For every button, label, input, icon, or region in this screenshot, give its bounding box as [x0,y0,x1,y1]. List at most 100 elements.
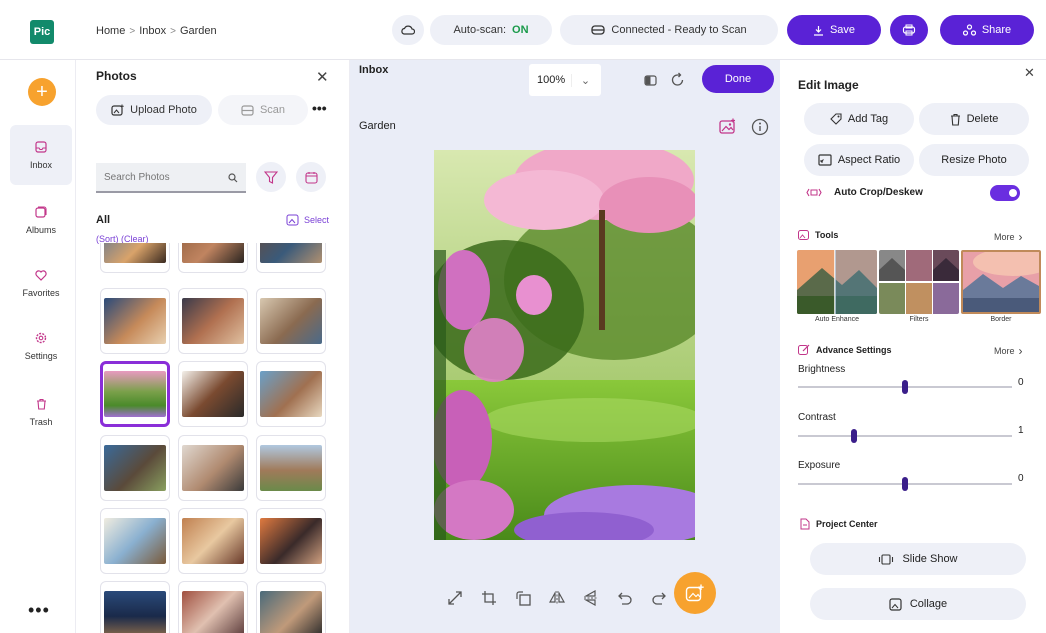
image-edit-icon [719,118,735,134]
photo-grid [96,243,332,633]
delete-button[interactable]: Delete [919,103,1029,135]
exposure-label: Exposure [798,460,841,471]
photos-more-button[interactable]: ••• [312,100,327,116]
auto-scan-toggle[interactable]: Auto-scan: ON [430,15,552,45]
zoom-select[interactable]: 100% ⌄ [529,64,601,96]
photo-thumbnail[interactable] [256,581,326,633]
compare-button[interactable] [642,72,658,88]
print-button[interactable] [890,15,928,45]
document-icon [800,518,810,530]
top-bar: Pic Home > Inbox > Garden Auto-scan: ON … [0,0,1046,60]
add-image-fab[interactable] [674,572,716,614]
scanner-status[interactable]: Connected - Ready to Scan [560,15,778,45]
share-button[interactable]: Share [940,15,1034,45]
nav-item-trash[interactable]: Trash [10,382,72,442]
close-icon[interactable]: ✕ [316,68,329,86]
add-tag-button[interactable]: Add Tag [804,103,914,135]
reset-button[interactable] [668,70,686,88]
filter-title: All [96,214,111,226]
app-logo[interactable]: Pic [30,20,54,44]
flip-vertical-button[interactable] [574,583,608,613]
breadcrumb-home[interactable]: Home [96,25,125,37]
contrast-slider[interactable] [798,429,1012,443]
resize-photo-button[interactable]: Resize Photo [919,144,1029,176]
crop-button[interactable] [472,583,506,613]
slide-show-button[interactable]: Slide Show [810,543,1026,575]
brightness-slider[interactable] [798,380,1012,394]
redo-button[interactable] [642,583,676,613]
nav-item-settings[interactable]: Settings [10,316,72,376]
add-image-icon [685,584,704,601]
breadcrumb-inbox[interactable]: Inbox [139,25,166,37]
slideshow-icon [879,553,894,565]
photo-thumbnail[interactable] [100,581,170,633]
photos-title: Photos [96,69,137,83]
photo-thumbnail[interactable] [178,508,248,574]
cloud-button[interactable] [392,15,424,45]
flip-horizontal-icon [549,591,565,605]
photo-thumbnail[interactable] [256,435,326,501]
filter-button[interactable] [256,162,286,192]
gear-icon [34,331,48,345]
flip-horizontal-button[interactable] [540,583,574,613]
filter-border[interactable] [961,250,1041,314]
photo-thumbnail[interactable] [256,288,326,354]
filter-filters[interactable] [879,250,959,314]
garden-photo[interactable] [434,150,695,540]
advance-more-link[interactable]: More › [994,344,1023,358]
canvas-title: Inbox [359,64,389,76]
photo-thumbnail[interactable] [256,243,326,273]
add-button[interactable]: + [28,78,56,106]
calendar-button[interactable] [296,162,326,192]
filter-auto-enhance[interactable] [797,250,877,314]
photo-thumbnail[interactable] [178,581,248,633]
exposure-value: 0 [1018,473,1024,484]
photo-thumbnail[interactable] [178,435,248,501]
photo-thumbnail-selected[interactable] [100,361,170,427]
done-button[interactable]: Done [702,65,774,93]
collage-button[interactable]: Collage [810,588,1026,620]
upload-photo-button[interactable]: Upload Photo [96,95,212,125]
exposure-slider-handle[interactable] [902,477,908,491]
plus-icon: + [36,81,48,103]
nav-item-albums[interactable]: Albums [10,190,72,250]
auto-crop-toggle[interactable] [990,185,1020,201]
cloud-icon [401,25,415,35]
scan-button[interactable]: Scan [218,95,308,125]
save-button[interactable]: Save [787,15,881,45]
advance-more-label: More [994,346,1015,356]
photo-thumbnail[interactable] [100,435,170,501]
exposure-slider[interactable] [798,477,1012,491]
photo-thumbnail[interactable] [256,361,326,427]
tools-header: Tools [798,230,838,240]
select-button[interactable]: Select [286,213,329,226]
photo-thumbnail[interactable] [256,508,326,574]
aspect-ratio-button[interactable]: Aspect Ratio [804,144,914,176]
photo-thumbnail[interactable] [178,288,248,354]
tools-more-link[interactable]: More › [994,230,1023,244]
nav-item-inbox[interactable]: Inbox [10,125,72,185]
slide-show-label: Slide Show [902,553,958,565]
photo-thumbnail[interactable] [178,243,248,273]
garden-photo-image [434,150,695,540]
contrast-slider-handle[interactable] [850,429,857,443]
photo-thumbnail[interactable] [100,243,170,273]
rotate-button[interactable] [506,583,540,613]
collage-icon [889,597,902,611]
border-thumbnail [963,252,1039,312]
close-icon[interactable]: ✕ [1024,65,1035,81]
more-menu-button[interactable]: ••• [28,600,50,621]
scanner-icon [591,25,606,35]
expand-button[interactable] [438,583,472,613]
photo-thumbnail[interactable] [178,361,248,427]
brightness-slider-handle[interactable] [902,380,908,394]
search-input[interactable] [96,163,246,193]
chevron-right-icon: › [1018,344,1023,358]
undo-button[interactable] [608,583,642,613]
nav-item-favorites[interactable]: Favorites [10,253,72,313]
photo-thumbnail[interactable] [100,288,170,354]
auto-crop-row: Auto Crop/Deskew [806,187,923,198]
photo-thumbnail[interactable] [100,508,170,574]
info-button[interactable] [750,117,770,137]
edit-image-button[interactable] [718,116,738,136]
